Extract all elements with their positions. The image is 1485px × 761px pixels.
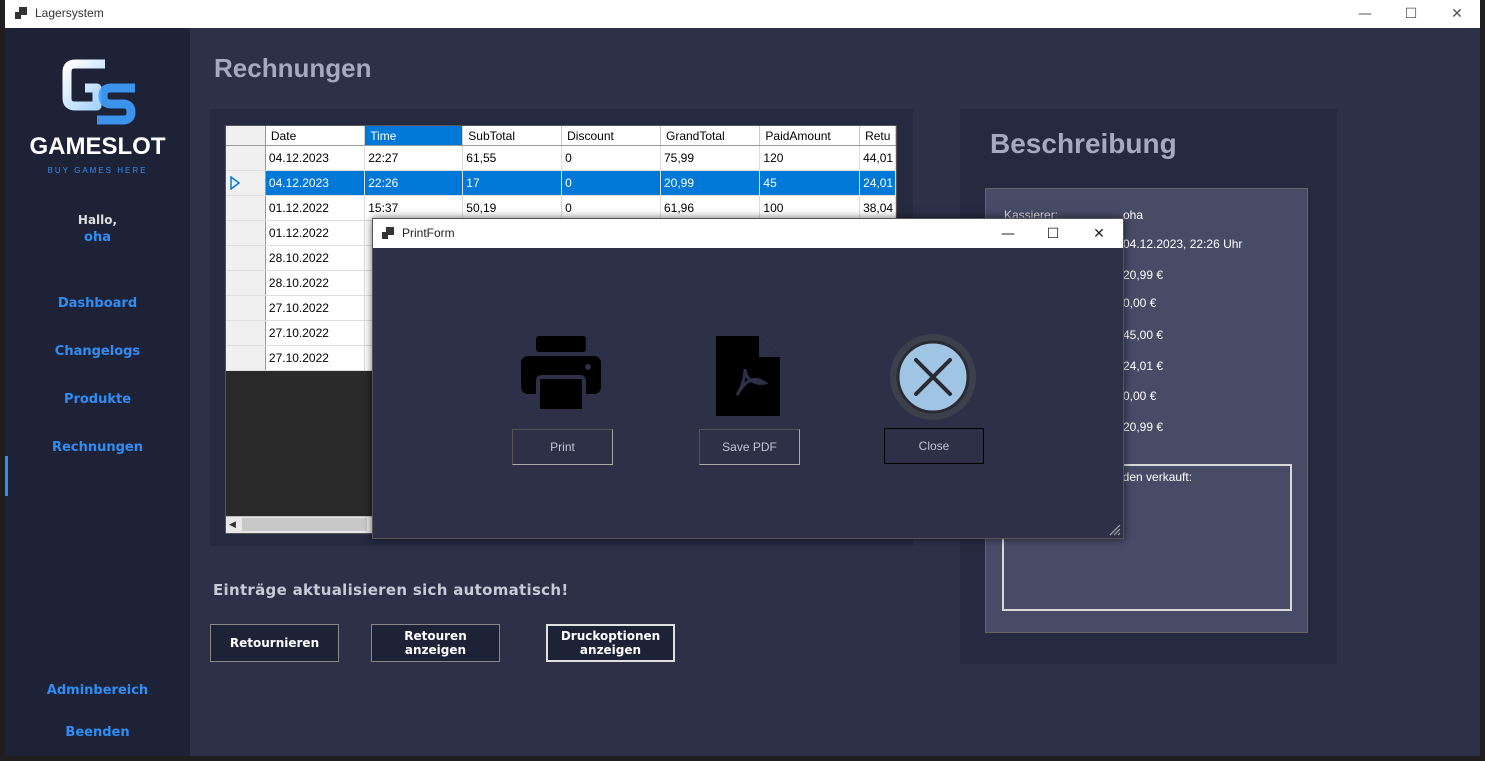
username-label: oha bbox=[84, 230, 111, 245]
column-header[interactable]: Retu bbox=[859, 126, 896, 146]
column-header[interactable]: SubTotal bbox=[462, 126, 563, 146]
table-cell[interactable]: 45 bbox=[759, 170, 861, 196]
nav-dashboard[interactable]: Dashboard bbox=[5, 296, 190, 311]
dialog-title: PrintForm bbox=[402, 226, 455, 240]
table-cell[interactable]: 0 bbox=[561, 145, 661, 171]
table-cell[interactable]: 75,99 bbox=[660, 145, 761, 171]
printform-dialog: PrintForm — ☐ ✕ Print Save PDF Close bbox=[372, 218, 1124, 539]
close-button[interactable]: ✕ bbox=[1434, 0, 1480, 28]
column-header[interactable]: Time bbox=[364, 126, 464, 146]
description-value: 0,00 € bbox=[1123, 296, 1157, 310]
table-cell[interactable]: 28.10.2022 bbox=[265, 245, 366, 271]
auto-update-text: Einträge aktualisieren sich automatisch! bbox=[213, 581, 569, 599]
pdf-icon[interactable] bbox=[715, 335, 781, 417]
table-cell[interactable]: 61,96 bbox=[660, 195, 761, 221]
main-window: Lagersystem — ☐ ✕ GAMESLOT BUY GAMES HER… bbox=[5, 0, 1480, 756]
row-header-corner bbox=[226, 126, 266, 146]
table-header-row: Date Time SubTotal Discount GrandTotal P… bbox=[226, 126, 896, 146]
title-bar: Lagersystem — ☐ ✕ bbox=[5, 0, 1480, 28]
scroll-thumb[interactable] bbox=[242, 518, 367, 531]
table-cell[interactable]: 22:27 bbox=[364, 145, 464, 171]
table-cell[interactable]: 17 bbox=[462, 170, 563, 196]
table-cell[interactable]: 24,01 bbox=[859, 170, 896, 196]
dialog-title-bar: PrintForm — ☐ ✕ bbox=[373, 219, 1123, 248]
print-options-button[interactable]: Druckoptionen anzeigen bbox=[546, 624, 675, 662]
dialog-minimize-button[interactable]: — bbox=[985, 219, 1031, 248]
description-value: 45,00 € bbox=[1123, 328, 1164, 342]
close-circle-icon[interactable] bbox=[887, 331, 979, 423]
sidebar: GAMESLOT BUY GAMES HERE Hallo, oha Dashb… bbox=[5, 28, 190, 756]
gameslot-logo-icon bbox=[62, 59, 136, 125]
show-returns-button[interactable]: Retouren anzeigen bbox=[371, 624, 500, 662]
return-button[interactable]: Retournieren bbox=[210, 624, 339, 662]
row-header[interactable] bbox=[226, 145, 266, 171]
app-icon bbox=[15, 7, 27, 19]
row-header[interactable] bbox=[226, 220, 266, 246]
table-cell[interactable]: 50,19 bbox=[462, 195, 563, 221]
table-cell[interactable]: 27.10.2022 bbox=[265, 320, 366, 346]
table-cell[interactable]: 0 bbox=[561, 170, 661, 196]
nav-adminbereich[interactable]: Adminbereich bbox=[5, 683, 190, 698]
column-header[interactable]: Date bbox=[265, 126, 366, 146]
scroll-left-icon[interactable]: ◀ bbox=[229, 520, 236, 530]
table-cell[interactable]: 01.12.2022 bbox=[265, 195, 366, 221]
greeting-label: Hallo, bbox=[77, 213, 118, 227]
close-dialog-button[interactable]: Close bbox=[884, 428, 984, 464]
table-row[interactable]: 04.12.2023 22:26 17 0 20,99 45 24,01 bbox=[226, 170, 896, 196]
row-header[interactable] bbox=[226, 245, 266, 271]
maximize-button[interactable]: ☐ bbox=[1388, 0, 1434, 28]
printer-icon[interactable] bbox=[520, 335, 602, 413]
table-cell[interactable]: 15:37 bbox=[364, 195, 464, 221]
description-value: 20,99 € bbox=[1123, 420, 1164, 434]
table-cell[interactable]: 04.12.2023 bbox=[265, 145, 366, 171]
nav-rechnungen[interactable]: Rechnungen bbox=[5, 440, 190, 455]
nav-active-indicator bbox=[5, 456, 8, 496]
table-cell[interactable]: 04.12.2023 bbox=[265, 170, 366, 196]
page-title: Rechnungen bbox=[214, 53, 372, 83]
nav-beenden[interactable]: Beenden bbox=[5, 725, 190, 740]
dialog-close-button[interactable]: ✕ bbox=[1076, 219, 1122, 248]
table-cell[interactable]: 20,99 bbox=[660, 170, 761, 196]
description-value: 0,00 € bbox=[1123, 389, 1157, 403]
dialog-app-icon bbox=[382, 227, 394, 239]
table-row[interactable]: 01.12.2022 15:37 50,19 0 61,96 100 38,04 bbox=[226, 195, 896, 221]
table-cell[interactable]: 100 bbox=[759, 195, 861, 221]
row-header[interactable] bbox=[226, 295, 266, 321]
sold-items-label: urden verkauft: bbox=[1112, 470, 1193, 484]
dialog-maximize-button[interactable]: ☐ bbox=[1030, 219, 1076, 248]
table-cell[interactable]: 0 bbox=[561, 195, 661, 221]
table-cell[interactable]: 61,55 bbox=[462, 145, 563, 171]
table-row[interactable]: 04.12.2023 22:27 61,55 0 75,99 120 44,01 bbox=[226, 145, 896, 171]
nav-produkte[interactable]: Produkte bbox=[5, 392, 190, 407]
logo-tagline: BUY GAMES HERE bbox=[47, 166, 148, 175]
row-header[interactable] bbox=[226, 195, 266, 221]
column-header[interactable]: PaidAmount bbox=[759, 126, 861, 146]
row-header[interactable] bbox=[226, 270, 266, 296]
print-button[interactable]: Print bbox=[512, 429, 613, 465]
nav-changelogs[interactable]: Changelogs bbox=[5, 344, 190, 359]
save-pdf-button[interactable]: Save PDF bbox=[699, 429, 800, 465]
table-cell[interactable]: 27.10.2022 bbox=[265, 345, 366, 371]
row-header[interactable] bbox=[226, 345, 266, 371]
row-header[interactable] bbox=[226, 320, 266, 346]
description-title: Beschreibung bbox=[990, 128, 1177, 159]
minimize-button[interactable]: — bbox=[1342, 0, 1388, 28]
table-cell[interactable]: 120 bbox=[759, 145, 861, 171]
cashier-value: oha bbox=[1123, 208, 1144, 222]
window-title: Lagersystem bbox=[35, 6, 104, 20]
table-cell[interactable]: 22:26 bbox=[364, 170, 464, 196]
table-cell[interactable]: 27.10.2022 bbox=[265, 295, 366, 321]
column-header[interactable]: Discount bbox=[561, 126, 661, 146]
description-value: 24,01 € bbox=[1123, 359, 1164, 373]
table-cell[interactable]: 28.10.2022 bbox=[265, 270, 366, 296]
table-cell[interactable]: 01.12.2022 bbox=[265, 220, 366, 246]
description-value: 04.12.2023, 22:26 Uhr bbox=[1123, 237, 1243, 251]
row-selector-arrow-icon[interactable] bbox=[226, 170, 266, 196]
column-header[interactable]: GrandTotal bbox=[660, 126, 761, 146]
table-cell[interactable]: 38,04 bbox=[859, 195, 896, 221]
description-value: 20,99 € bbox=[1123, 268, 1164, 282]
logo-text: GAMESLOT bbox=[29, 133, 166, 160]
resize-grip-icon[interactable] bbox=[1107, 522, 1121, 536]
table-cell[interactable]: 44,01 bbox=[859, 145, 896, 171]
